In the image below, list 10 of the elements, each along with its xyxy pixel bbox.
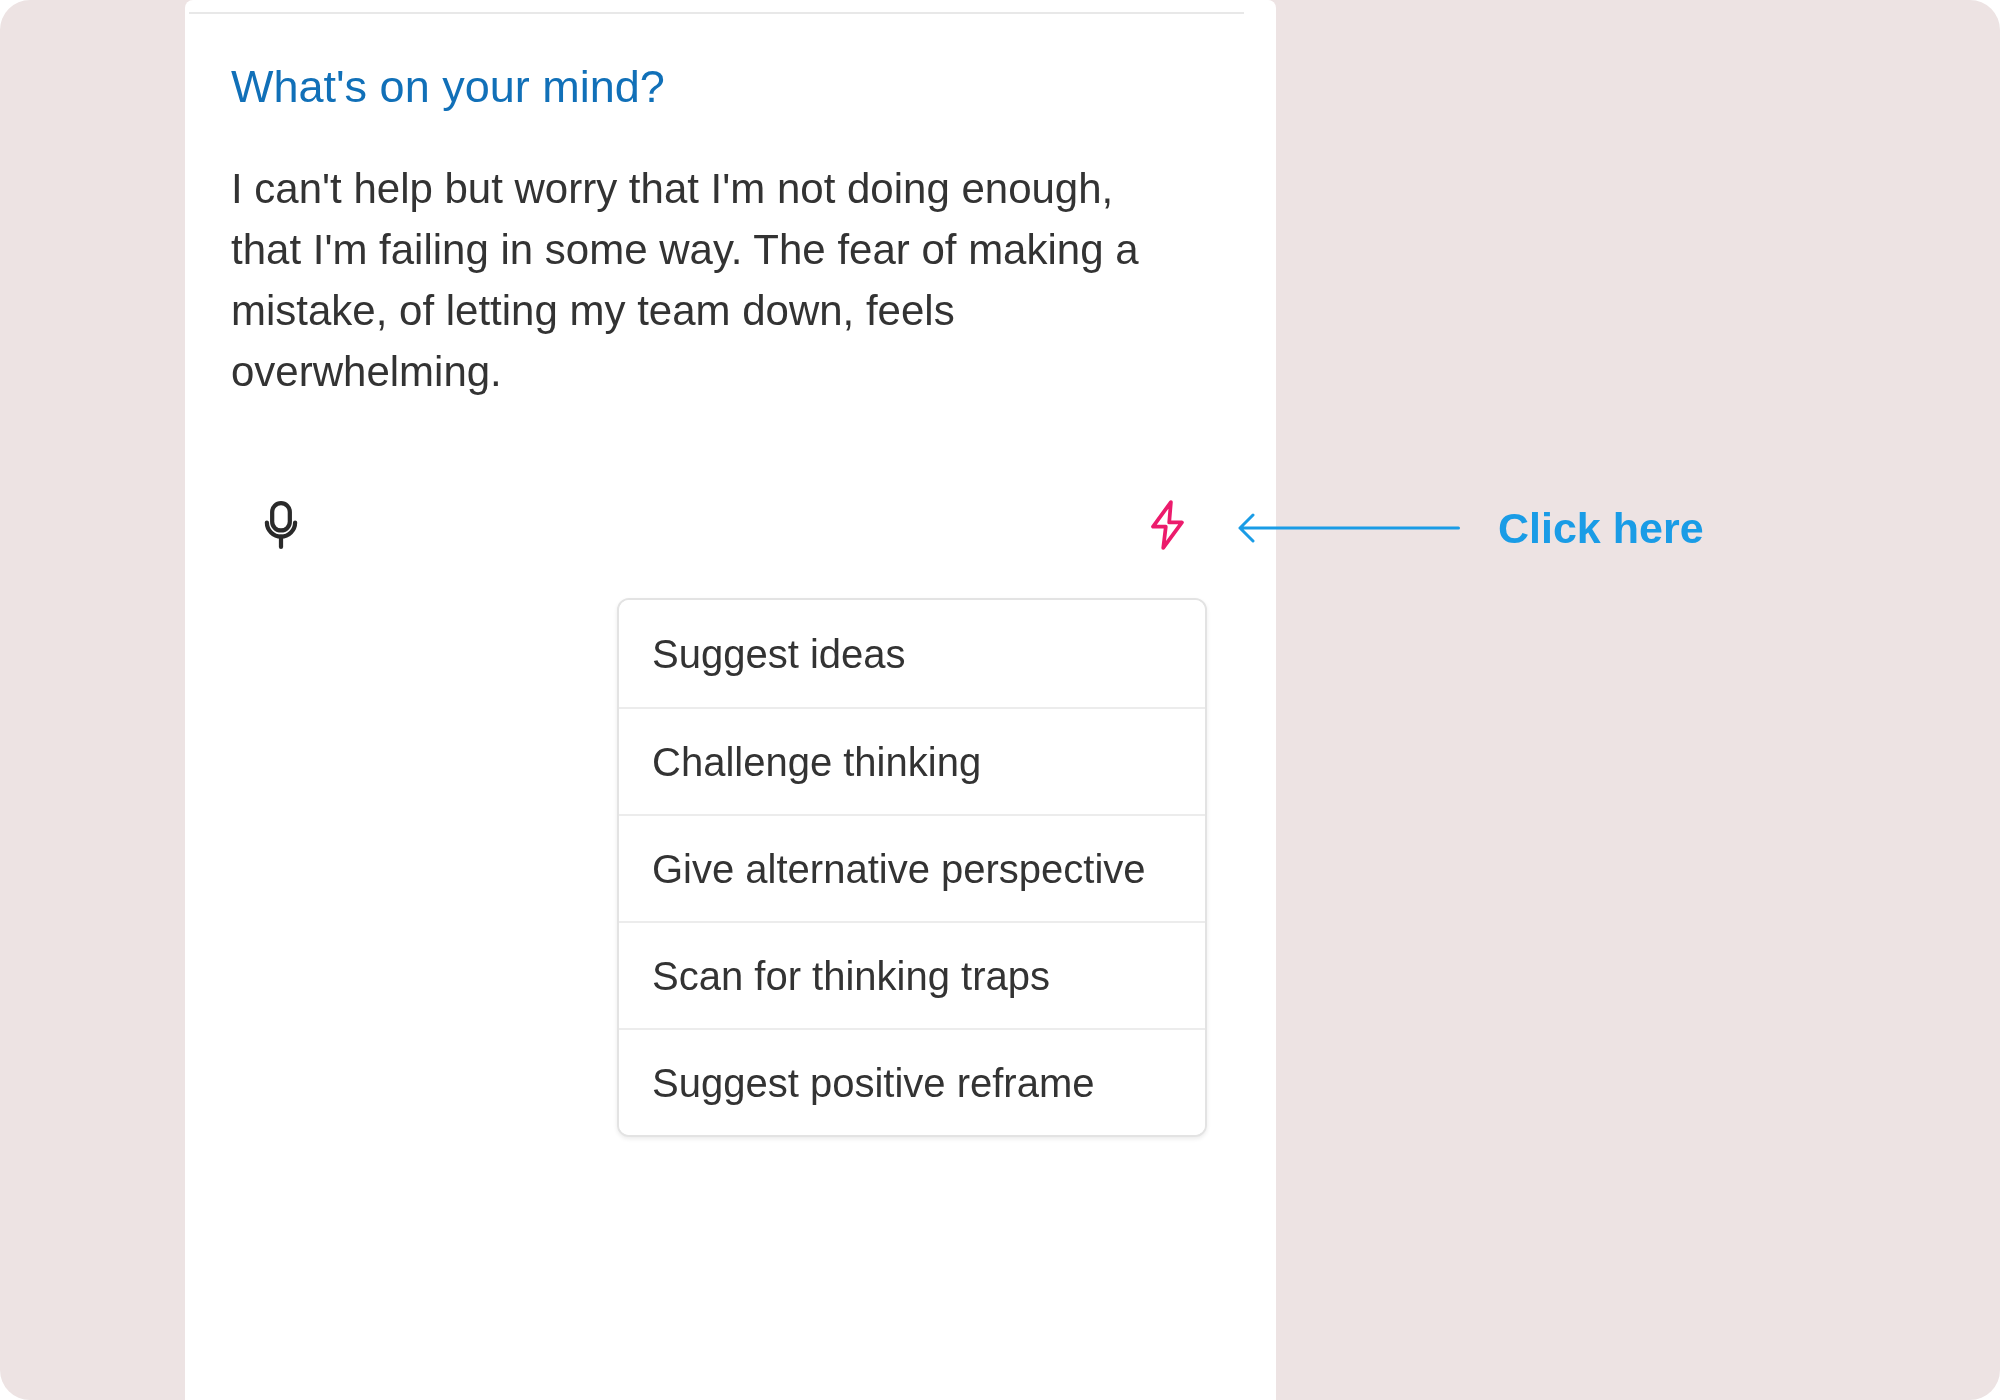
callout-label: Click here xyxy=(1498,503,1704,554)
menu-item[interactable]: Suggest positive reframe xyxy=(619,1028,1205,1135)
lightning-icon[interactable] xyxy=(1148,500,1187,550)
menu-item[interactable]: Give alternative perspective xyxy=(619,814,1205,921)
menu-item[interactable]: Suggest ideas xyxy=(619,600,1205,707)
menu-item[interactable]: Scan for thinking traps xyxy=(619,921,1205,1028)
prompt-heading: What's on your mind? xyxy=(231,62,665,112)
arrow-icon xyxy=(1238,513,1460,543)
menu-item[interactable]: Challenge thinking xyxy=(619,707,1205,814)
text-entry-field[interactable]: I can't help but worry that I'm not doing enough, that I'm failing in some way. The fear of making a mistake, of letting my team down, feels overwhelming. xyxy=(231,158,1181,402)
